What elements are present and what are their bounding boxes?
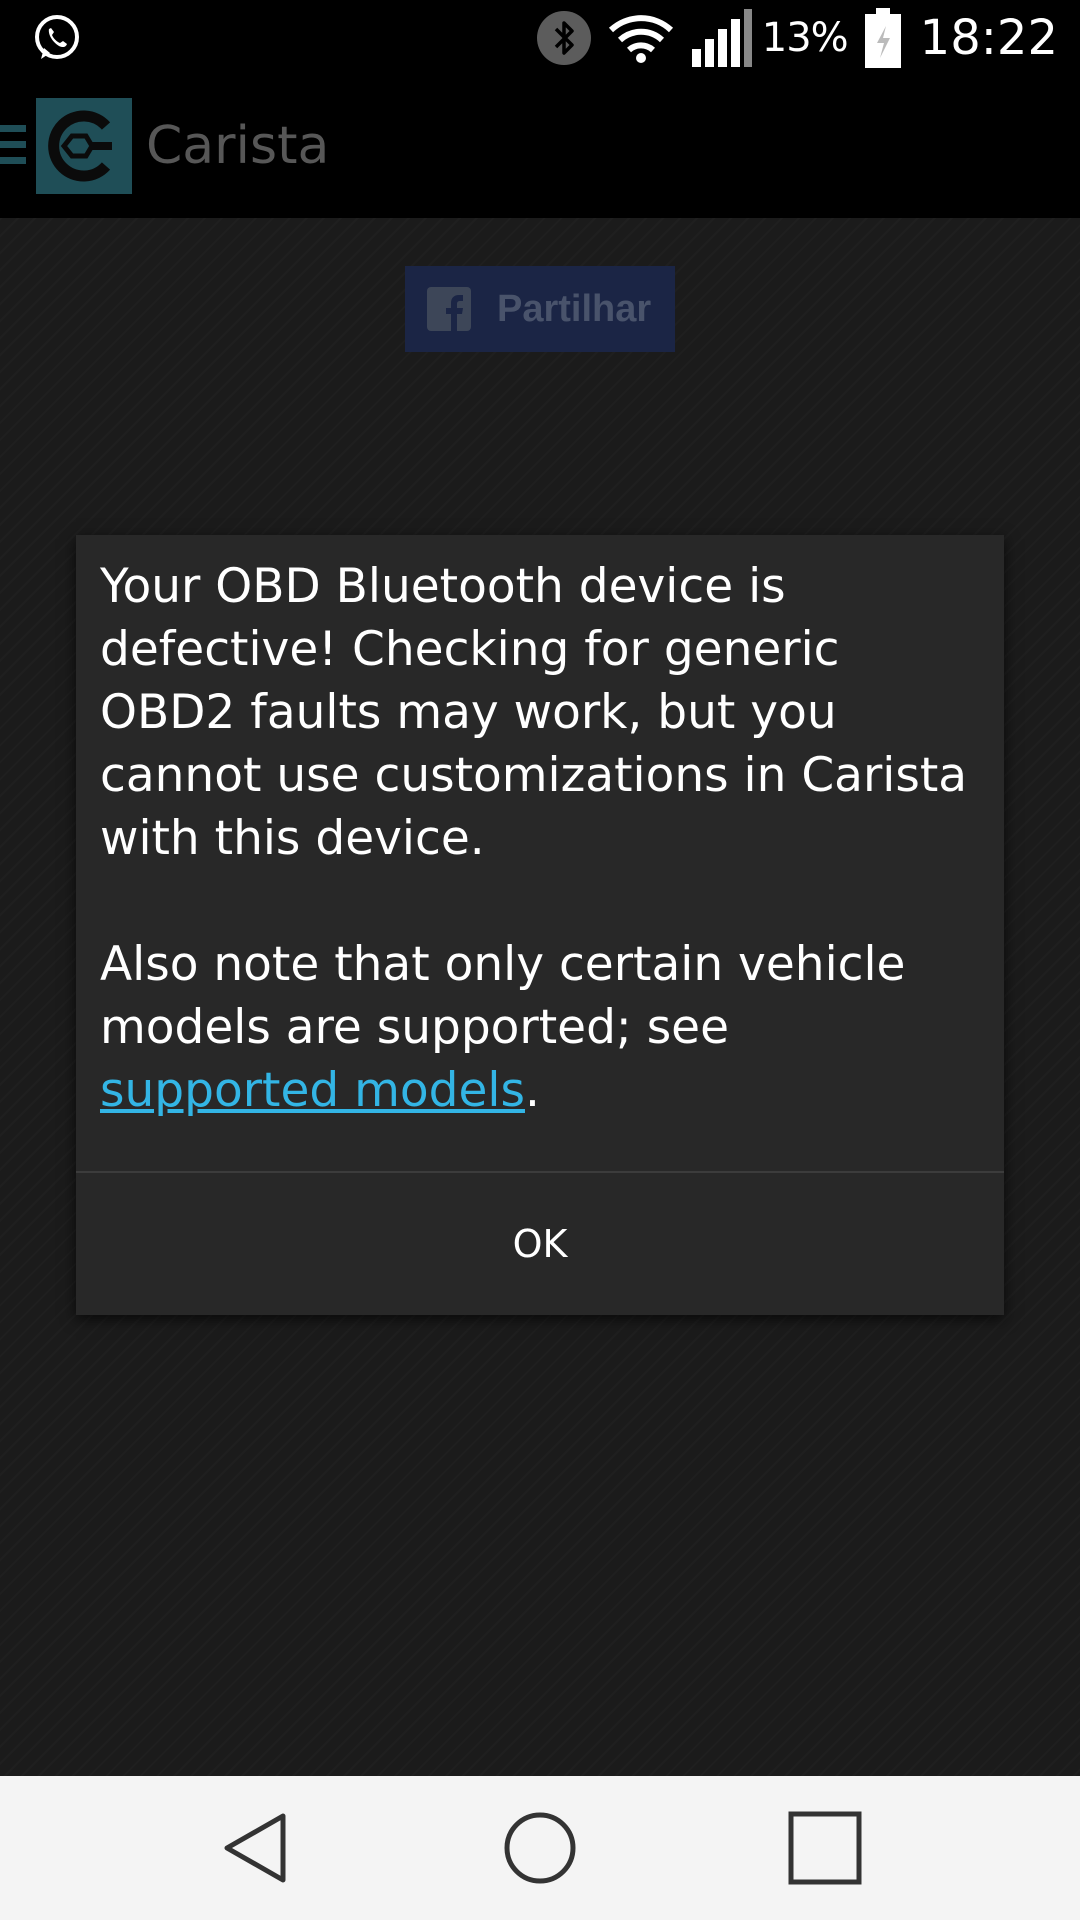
bluetooth-icon [536, 11, 591, 65]
facebook-share-button[interactable]: Partilhar [405, 266, 675, 352]
supported-models-link[interactable]: supported models [100, 1063, 525, 1118]
home-icon[interactable] [498, 1806, 582, 1890]
dialog-paragraph-2-end: . [524, 1063, 540, 1118]
alert-dialog: Your OBD Bluetooth device is defective! … [76, 535, 1004, 1315]
navigation-bar [0, 1776, 1080, 1920]
app-title: Carista [146, 116, 330, 176]
signal-icon [691, 9, 752, 67]
screen: 13% 18:22 Carista Partilhar Your OBD Blu… [0, 0, 1080, 1920]
dialog-paragraph-1: Your OBD Bluetooth device is defective! … [100, 559, 968, 866]
app-bar: Carista [0, 76, 1080, 218]
dialog-message: Your OBD Bluetooth device is defective! … [100, 555, 980, 1122]
recents-icon[interactable] [783, 1806, 867, 1890]
battery-charging-icon [864, 8, 901, 68]
dialog-paragraph-2: Also note that only certain vehicle mode… [100, 933, 980, 1122]
share-button-label: Partilhar [497, 287, 652, 330]
hamburger-icon[interactable] [0, 125, 26, 165]
back-icon[interactable] [213, 1806, 297, 1890]
status-icons: 13% 18:22 [520, 0, 1058, 76]
clock: 18:22 [919, 10, 1058, 66]
whatsapp-icon [35, 15, 79, 59]
dialog-paragraph-2-text: Also note that only certain vehicle mode… [100, 937, 906, 1055]
facebook-icon [427, 287, 471, 331]
carista-logo[interactable] [36, 98, 132, 194]
status-bar: 13% 18:22 [0, 0, 1080, 76]
battery-percent: 13% [761, 15, 849, 61]
ok-button[interactable]: OK [76, 1173, 1004, 1315]
wifi-icon [608, 15, 673, 63]
